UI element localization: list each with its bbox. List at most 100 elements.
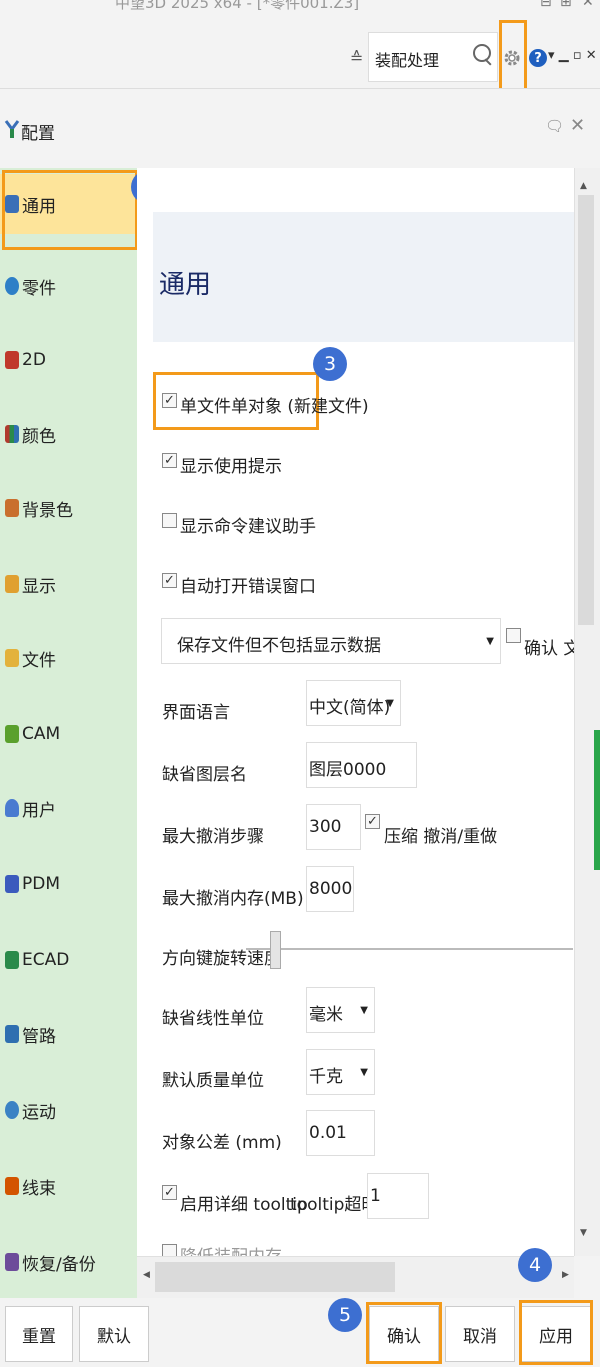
sidebar-item-label: 显示: [22, 576, 56, 597]
language-value: 中文(简体): [309, 698, 391, 718]
max-undo-memory-value: 8000: [309, 879, 353, 899]
sidebar-item-user[interactable]: 用户: [0, 778, 137, 838]
callout-badge-5: 5: [328, 1298, 362, 1332]
sidebar-item-label: 用户: [22, 800, 56, 821]
sidebar-item-cam[interactable]: CAM: [0, 704, 137, 764]
tooltip-timeout-value: 1: [370, 1186, 381, 1206]
drawing-2d-icon: [5, 351, 19, 369]
reduce-memory-checkbox[interactable]: [162, 1244, 177, 1256]
auto-error-window-checkbox[interactable]: ✓: [162, 573, 177, 588]
sidebar-item-2d[interactable]: 2D: [0, 330, 137, 390]
window-controls-icon[interactable]: ▾ ▁ ▫ ✕: [548, 48, 597, 63]
search-icon[interactable]: [473, 44, 491, 62]
sidebar-item-label: ECAD: [22, 950, 70, 970]
tolerance-input[interactable]: 0.01: [306, 1110, 375, 1156]
search-value: 装配处理: [375, 51, 440, 70]
close-panel-icon[interactable]: ✕: [570, 115, 585, 136]
search-input[interactable]: 装配处理: [368, 32, 498, 82]
chevron-down-icon: ▼: [486, 636, 494, 647]
sidebar-item-pdm[interactable]: PDM: [0, 854, 137, 914]
harness-icon: [5, 1177, 19, 1195]
chevron-down-icon: ▼: [386, 698, 394, 709]
cancel-button[interactable]: 取消: [445, 1306, 515, 1362]
backup-icon: [5, 1253, 19, 1271]
sidebar-item-file[interactable]: 文件: [0, 628, 137, 688]
motion-icon: [5, 1101, 19, 1119]
user-icon: [5, 799, 19, 817]
chevron-down-icon: ▼: [360, 1067, 368, 1078]
sidebar-item-part[interactable]: 零件: [0, 256, 137, 316]
command-assistant-checkbox[interactable]: [162, 513, 177, 528]
language-select[interactable]: 中文(简体) ▼: [306, 680, 401, 726]
sidebar-item-label: 2D: [22, 350, 46, 370]
show-tips-label: 显示使用提示: [180, 457, 282, 477]
section-header: 通用: [153, 212, 574, 342]
tooltip-timeout-input[interactable]: 1: [367, 1173, 429, 1219]
tooltip-label: 启用详细 tooltip: [180, 1195, 308, 1215]
maximize-icon[interactable]: ⊞: [560, 0, 572, 10]
save-option-value: 保存文件但不包括显示数据: [177, 636, 381, 656]
scroll-right-icon[interactable]: ▶: [562, 1270, 569, 1280]
piping-icon: [5, 1025, 19, 1043]
save-option-select[interactable]: 保存文件但不包括显示数据 ▼: [161, 618, 501, 664]
single-object-label: 单文件单对象 (新建文件): [180, 397, 369, 417]
tolerance-value: 0.01: [309, 1123, 347, 1143]
sidebar-item-label: 零件: [22, 278, 56, 299]
window-title: 中望3D 2025 x64 - [*零件001.Z3]: [115, 0, 360, 12]
panel-header: 配置 🗨 ✕: [0, 88, 600, 169]
sidebar-item-background[interactable]: 背景色: [0, 478, 137, 538]
close-icon[interactable]: ✕: [582, 0, 594, 10]
title-bar: 中望3D 2025 x64 - [*零件001.Z3] ⊟ ⊞ ✕: [0, 0, 600, 20]
arrow-rotate-slider-handle[interactable]: [270, 931, 281, 969]
ok-highlight: [366, 1302, 442, 1364]
max-undo-memory-input[interactable]: 8000: [306, 866, 354, 912]
mass-unit-label: 默认质量单位: [162, 1071, 264, 1091]
mass-unit-select[interactable]: 千克 ▼: [306, 1049, 375, 1095]
compress-undo-checkbox[interactable]: ✓: [365, 814, 380, 829]
default-button[interactable]: 默认: [79, 1306, 149, 1362]
sidebar-item-color[interactable]: 颜色: [0, 404, 137, 464]
default-layer-input[interactable]: 图层0000: [306, 742, 417, 788]
callout-badge-3: 3: [313, 347, 347, 381]
pin-icon[interactable]: 🗨: [545, 117, 564, 135]
scroll-down-icon[interactable]: ▼: [580, 1228, 587, 1238]
sidebar-item-backup[interactable]: 恢复/备份: [0, 1232, 137, 1292]
default-layer-label: 缺省图层名: [162, 765, 247, 785]
command-assistant-label: 显示命令建议助手: [180, 517, 316, 537]
apply-highlight: [519, 1300, 593, 1365]
scroll-up-icon[interactable]: ▲: [580, 181, 587, 191]
sidebar-item-ecad[interactable]: ECAD: [0, 930, 137, 990]
arrow-rotate-slider-track[interactable]: [246, 948, 573, 950]
show-tips-checkbox[interactable]: ✓: [162, 453, 177, 468]
sidebar-item-piping[interactable]: 管路: [0, 1004, 137, 1064]
max-undo-memory-label: 最大撤消内存(MB): [162, 889, 304, 909]
nav-icon[interactable]: ≙: [350, 48, 363, 67]
minimize-icon[interactable]: ⊟: [540, 0, 552, 10]
vertical-scroll-thumb[interactable]: [578, 195, 594, 625]
color-icon: [5, 425, 19, 443]
linear-unit-select[interactable]: 毫米 ▼: [306, 987, 375, 1033]
scroll-left-icon[interactable]: ◀: [143, 1270, 150, 1280]
sidebar-item-label: CAM: [22, 724, 61, 744]
sidebar-item-label: 管路: [22, 1026, 56, 1047]
ecad-icon: [5, 951, 19, 969]
reset-button[interactable]: 重置: [5, 1306, 73, 1362]
horizontal-scroll-thumb[interactable]: [155, 1262, 395, 1292]
background-icon: [5, 499, 19, 517]
tooltip-checkbox[interactable]: ✓: [162, 1185, 177, 1200]
panel-title: 配置: [21, 124, 55, 144]
pdm-icon: [5, 875, 19, 893]
confirm-file-checkbox[interactable]: [506, 628, 521, 643]
sidebar-item-display[interactable]: 显示: [0, 554, 137, 614]
max-undo-steps-input[interactable]: 300: [306, 804, 361, 850]
gear-icon[interactable]: [502, 48, 522, 68]
reduce-memory-label: 降低装配内存: [180, 1242, 282, 1256]
sidebar-item-motion[interactable]: 运动: [0, 1080, 137, 1140]
sidebar-item-label: 运动: [22, 1102, 56, 1123]
sidebar-item-label: 背景色: [22, 500, 73, 521]
single-object-checkbox[interactable]: ✓: [162, 393, 177, 408]
default-layer-value: 图层0000: [309, 760, 387, 780]
chevron-down-icon: ▼: [360, 1005, 368, 1016]
help-icon[interactable]: ?: [529, 49, 547, 67]
sidebar-item-harness[interactable]: 线束: [0, 1156, 137, 1216]
